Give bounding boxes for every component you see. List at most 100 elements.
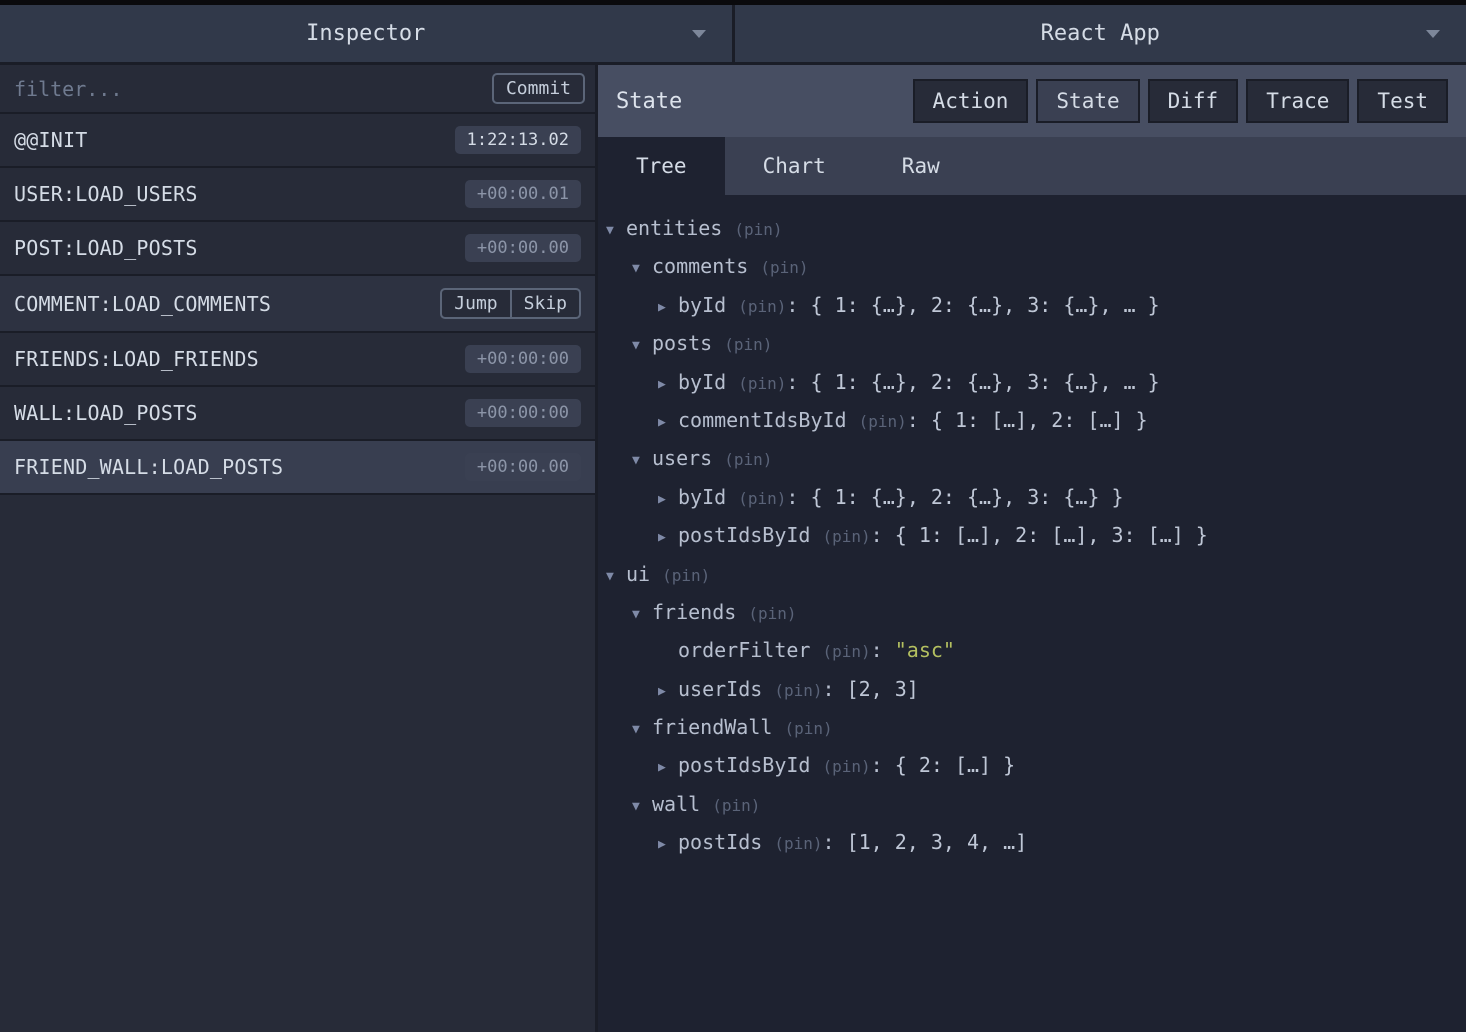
expand-arrow-down-icon[interactable]: ▼ — [632, 718, 646, 743]
action-row[interactable]: POST:LOAD_POSTS+00:00.00 — [0, 222, 595, 276]
expand-arrow-right-icon[interactable]: ▶ — [658, 488, 672, 513]
state-tree[interactable]: ▼entities (pin)▼comments (pin)▶byId (pin… — [598, 195, 1466, 1032]
pin-button[interactable]: (pin) — [774, 834, 822, 853]
pin-button[interactable]: (pin) — [662, 566, 710, 585]
tree-node[interactable]: ▶postIdsById (pin): { 1: […], 2: […], 3:… — [606, 516, 1458, 554]
tree-node[interactable]: ▼posts (pin) — [606, 324, 1458, 362]
tree-node[interactable]: ▶orderFilter (pin): "asc" — [606, 631, 1458, 669]
inspector-tab-state[interactable]: State — [1036, 79, 1139, 123]
pin-button[interactable]: (pin) — [784, 719, 832, 738]
monitor-selector[interactable]: Inspector — [0, 5, 732, 62]
action-name: FRIENDS:LOAD_FRIENDS — [14, 347, 259, 371]
pin-button[interactable]: (pin) — [859, 412, 907, 431]
expand-arrow-right-icon[interactable]: ▶ — [658, 833, 672, 858]
tree-key: wall — [652, 792, 712, 816]
state-header-title: State — [616, 89, 682, 114]
view-tab-tree[interactable]: Tree — [598, 137, 725, 195]
action-name: POST:LOAD_POSTS — [14, 236, 198, 260]
expand-arrow-right-icon[interactable]: ▶ — [658, 526, 672, 551]
action-list: @@INIT1:22:13.02USER:LOAD_USERS+00:00.01… — [0, 114, 595, 1032]
tree-key: commentIdsById — [678, 408, 859, 432]
expand-arrow-down-icon[interactable]: ▼ — [632, 334, 646, 359]
expand-arrow-down-icon[interactable]: ▼ — [632, 449, 646, 474]
expand-arrow-right-icon[interactable]: ▶ — [658, 411, 672, 436]
pin-button[interactable]: (pin) — [738, 489, 786, 508]
expand-arrow-right-icon[interactable]: ▶ — [658, 296, 672, 321]
pin-button[interactable]: (pin) — [774, 681, 822, 700]
devtools-root: Inspector React App Commit @@INIT1:22:13… — [0, 0, 1466, 1032]
action-row[interactable]: USER:LOAD_USERS+00:00.01 — [0, 168, 595, 222]
action-row[interactable]: FRIENDS:LOAD_FRIENDS+00:00:00 — [0, 333, 595, 387]
selector-bar: Inspector React App — [0, 5, 1466, 65]
tree-colon: : — [871, 638, 895, 662]
inspector-tab-test[interactable]: Test — [1357, 79, 1448, 123]
pin-button[interactable]: (pin) — [760, 258, 808, 277]
tree-node[interactable]: ▼comments (pin) — [606, 247, 1458, 285]
tree-node[interactable]: ▼friends (pin) — [606, 593, 1458, 631]
expand-arrow-down-icon[interactable]: ▼ — [606, 219, 620, 244]
action-row[interactable]: @@INIT1:22:13.02 — [0, 114, 595, 168]
tree-node[interactable]: ▶postIds (pin): [1, 2, 3, 4, …] — [606, 823, 1458, 861]
inspector-tab-diff[interactable]: Diff — [1148, 79, 1239, 123]
tree-node[interactable]: ▼friendWall (pin) — [606, 708, 1458, 746]
action-name: WALL:LOAD_POSTS — [14, 401, 198, 425]
tree-key: postIdsById — [678, 523, 823, 547]
tree-node[interactable]: ▼users (pin) — [606, 439, 1458, 477]
pin-button[interactable]: (pin) — [724, 335, 772, 354]
expand-arrow-down-icon[interactable]: ▼ — [632, 257, 646, 282]
expand-arrow-right-icon[interactable]: ▶ — [658, 373, 672, 398]
tree-colon: : — [786, 293, 810, 317]
action-timestamp: 1:22:13.02 — [455, 126, 581, 154]
tree-node[interactable]: ▼wall (pin) — [606, 785, 1458, 823]
view-tab-chart[interactable]: Chart — [725, 137, 864, 195]
tree-node[interactable]: ▶postIdsById (pin): { 2: […] } — [606, 746, 1458, 784]
jump-button[interactable]: Jump — [440, 288, 511, 319]
view-tab-raw[interactable]: Raw — [864, 137, 978, 195]
action-name: COMMENT:LOAD_COMMENTS — [14, 292, 271, 316]
tree-value: { 1: […], 2: […] } — [931, 408, 1148, 432]
pin-button[interactable]: (pin) — [748, 604, 796, 623]
inspector-tab-trace[interactable]: Trace — [1246, 79, 1349, 123]
pin-button[interactable]: (pin) — [734, 220, 782, 239]
pin-button[interactable]: (pin) — [738, 297, 786, 316]
tree-node[interactable]: ▶userIds (pin): [2, 3] — [606, 670, 1458, 708]
main-split: Commit @@INIT1:22:13.02USER:LOAD_USERS+0… — [0, 65, 1466, 1032]
commit-button[interactable]: Commit — [492, 73, 585, 104]
tree-node[interactable]: ▼ui (pin) — [606, 555, 1458, 593]
tree-colon: : — [871, 753, 895, 777]
expand-arrow-down-icon[interactable]: ▼ — [606, 565, 620, 590]
filter-input[interactable] — [14, 77, 492, 101]
expand-arrow-right-icon[interactable]: ▶ — [658, 756, 672, 781]
chevron-down-icon — [1426, 30, 1440, 38]
action-row[interactable]: COMMENT:LOAD_COMMENTS JumpSkip — [0, 276, 595, 333]
tree-key: comments — [652, 254, 760, 278]
skip-button[interactable]: Skip — [512, 288, 581, 319]
state-panel: State ActionStateDiffTraceTest TreeChart… — [598, 65, 1466, 1032]
tree-node[interactable]: ▶byId (pin): { 1: {…}, 2: {…}, 3: {…}, …… — [606, 363, 1458, 401]
pin-button[interactable]: (pin) — [724, 450, 772, 469]
tree-key: postIds — [678, 830, 774, 854]
action-row[interactable]: WALL:LOAD_POSTS+00:00:00 — [0, 387, 595, 441]
inspector-tab-action[interactable]: Action — [913, 79, 1029, 123]
pin-button[interactable]: (pin) — [712, 796, 760, 815]
action-name: FRIEND_WALL:LOAD_POSTS — [14, 455, 283, 479]
tree-node[interactable]: ▶byId (pin): { 1: {…}, 2: {…}, 3: {…} } — [606, 478, 1458, 516]
action-row[interactable]: FRIEND_WALL:LOAD_POSTS+00:00.00 — [0, 441, 595, 495]
action-timestamp: +00:00.01 — [465, 180, 581, 208]
tree-colon: : — [823, 677, 847, 701]
tree-node[interactable]: ▼entities (pin) — [606, 209, 1458, 247]
expand-arrow-down-icon[interactable]: ▼ — [632, 603, 646, 628]
expand-arrow-right-icon[interactable]: ▶ — [658, 680, 672, 705]
pin-button[interactable]: (pin) — [823, 642, 871, 661]
tree-key: posts — [652, 331, 724, 355]
tree-node[interactable]: ▶byId (pin): { 1: {…}, 2: {…}, 3: {…}, …… — [606, 286, 1458, 324]
filter-row: Commit — [0, 65, 595, 114]
tree-node[interactable]: ▶commentIdsById (pin): { 1: […], 2: […] … — [606, 401, 1458, 439]
state-view-tabs: TreeChartRaw — [598, 137, 1466, 195]
expand-arrow-down-icon[interactable]: ▼ — [632, 795, 646, 820]
instance-selector[interactable]: React App — [732, 5, 1466, 62]
tree-value: { 2: […] } — [895, 753, 1015, 777]
pin-button[interactable]: (pin) — [823, 757, 871, 776]
pin-button[interactable]: (pin) — [738, 374, 786, 393]
pin-button[interactable]: (pin) — [823, 527, 871, 546]
